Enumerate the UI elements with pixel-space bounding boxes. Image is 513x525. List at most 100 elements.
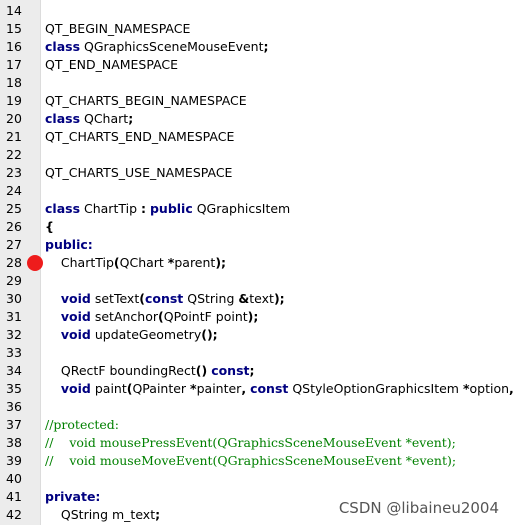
code-text[interactable]: // void mousePressEvent(QGraphicsSceneMo…	[45, 434, 456, 452]
keyword-token: void	[60, 309, 91, 324]
line-number[interactable]: 17	[6, 56, 36, 74]
code-line[interactable]: 20 class QChart;	[0, 110, 513, 128]
code-line[interactable]: 31 void setAnchor(QPointF point);	[0, 308, 513, 326]
code-line[interactable]: 40	[0, 470, 513, 488]
line-number[interactable]: 21	[6, 128, 36, 146]
code-text[interactable]: QT_END_NAMESPACE	[45, 56, 178, 74]
code-text[interactable]: QT_CHARTS_END_NAMESPACE	[45, 128, 234, 146]
code-token: );	[273, 291, 285, 306]
code-text[interactable]: public:	[45, 236, 93, 254]
line-number[interactable]: 23	[6, 164, 36, 182]
comment-token: //protected:	[45, 417, 119, 432]
comment-token: // void mouseMoveEvent(QGraphicsSceneMou…	[45, 453, 457, 468]
code-token: QRectF boundingRect	[45, 363, 196, 378]
code-token: QStyleOptionGraphicsItem	[288, 381, 463, 396]
code-token: QT_CHARTS_BEGIN_NAMESPACE	[45, 93, 247, 108]
code-token: paint	[90, 381, 127, 396]
code-line[interactable]: 18	[0, 74, 513, 92]
code-token: ;	[249, 363, 255, 378]
code-text[interactable]: void setText(const QString &text);	[45, 290, 285, 308]
line-number[interactable]: 19	[6, 92, 36, 110]
code-text[interactable]: QT_BEGIN_NAMESPACE	[45, 20, 190, 38]
code-line[interactable]: 33	[0, 344, 513, 362]
line-number[interactable]: 41	[6, 488, 36, 506]
line-number[interactable]: 40	[6, 470, 36, 488]
code-text[interactable]: QString m_text;	[45, 506, 160, 524]
code-editor[interactable]: 14 15 QT_BEGIN_NAMESPACE 16 class QGraphicsS…	[0, 0, 513, 525]
code-line[interactable]: 16 class QGraphicsSceneMouseEvent;	[0, 38, 513, 56]
line-number[interactable]: 20	[6, 110, 36, 128]
code-line[interactable]: 36	[0, 398, 513, 416]
code-text[interactable]: QT_CHARTS_USE_NAMESPACE	[45, 164, 232, 182]
code-text[interactable]: class QGraphicsSceneMouseEvent;	[45, 38, 269, 56]
code-line[interactable]: 38 // void mousePressEvent(QGraphicsScene…	[0, 434, 513, 452]
code-text[interactable]: {	[45, 218, 54, 236]
code-line[interactable]: 17 QT_END_NAMESPACE	[0, 56, 513, 74]
line-number[interactable]: 42	[6, 506, 36, 524]
line-number[interactable]: 36	[6, 398, 36, 416]
code-token: ,	[509, 381, 513, 396]
code-text[interactable]: //protected:	[45, 416, 119, 434]
code-text[interactable]: class QChart;	[45, 110, 133, 128]
line-number[interactable]: 33	[6, 344, 36, 362]
line-number[interactable]: 25	[6, 200, 36, 218]
code-line[interactable]: 35 void paint(QPainter *painter, const Q…	[0, 380, 513, 398]
code-line[interactable]: 19 QT_CHARTS_BEGIN_NAMESPACE	[0, 92, 513, 110]
line-number[interactable]: 39	[6, 452, 36, 470]
line-number[interactable]: 15	[6, 20, 36, 38]
code-token: QGraphicsSceneMouseEvent	[80, 39, 264, 54]
line-number[interactable]: 34	[6, 362, 36, 380]
code-token: QString m_text	[45, 507, 156, 522]
code-line[interactable]: 23 QT_CHARTS_USE_NAMESPACE	[0, 164, 513, 182]
keyword-token: public	[149, 201, 193, 216]
code-token: painter	[196, 381, 242, 396]
code-line[interactable]: 30 void setText(const QString &text);	[0, 290, 513, 308]
code-line[interactable]: 32 void updateGeometry();	[0, 326, 513, 344]
breakpoint-icon[interactable]	[27, 255, 43, 271]
code-text[interactable]: QT_CHARTS_BEGIN_NAMESPACE	[45, 92, 247, 110]
keyword-token: class	[45, 111, 81, 126]
code-token: QT_CHARTS_END_NAMESPACE	[45, 129, 235, 144]
line-number[interactable]: 35	[6, 380, 36, 398]
code-token: );	[247, 309, 259, 324]
line-number[interactable]: 18	[6, 74, 36, 92]
line-number[interactable]: 16	[6, 38, 36, 56]
code-line[interactable]: 22	[0, 146, 513, 164]
code-text[interactable]: private:	[45, 488, 100, 506]
line-number[interactable]: 30	[6, 290, 36, 308]
code-line[interactable]: 14	[0, 2, 513, 20]
keyword-token: class	[45, 39, 81, 54]
code-token: QT_BEGIN_NAMESPACE	[45, 21, 191, 36]
code-text[interactable]: void updateGeometry();	[45, 326, 218, 344]
code-line[interactable]: 34 QRectF boundingRect() const;	[0, 362, 513, 380]
line-number[interactable]: 37	[6, 416, 36, 434]
code-line[interactable]: 24	[0, 182, 513, 200]
line-number[interactable]: 32	[6, 326, 36, 344]
keyword-token: public:	[45, 237, 93, 252]
line-number[interactable]: 22	[6, 146, 36, 164]
line-number[interactable]: 29	[6, 272, 36, 290]
code-line[interactable]: 39 // void mouseMoveEvent(QGraphicsSceneM…	[0, 452, 513, 470]
code-line[interactable]: 28 ChartTip(QChart *parent);	[0, 254, 513, 272]
code-text[interactable]: void paint(QPainter *painter, const QSty…	[45, 380, 513, 398]
code-line[interactable]: 25 class ChartTip : public QGraphicsItem	[0, 200, 513, 218]
line-number[interactable]: 27	[6, 236, 36, 254]
code-line[interactable]: 37 //protected:	[0, 416, 513, 434]
code-line[interactable]: 27 public:	[0, 236, 513, 254]
code-line[interactable]: 15 QT_BEGIN_NAMESPACE	[0, 20, 513, 38]
code-text[interactable]: void setAnchor(QPointF point);	[45, 308, 258, 326]
line-number[interactable]: 26	[6, 218, 36, 236]
code-token: ChartTip	[45, 255, 114, 270]
line-number[interactable]: 24	[6, 182, 36, 200]
code-text[interactable]: // void mouseMoveEvent(QGraphicsSceneMou…	[45, 452, 456, 470]
code-line[interactable]: 26 {	[0, 218, 513, 236]
line-number[interactable]: 38	[6, 434, 36, 452]
code-text[interactable]: QRectF boundingRect() const;	[45, 362, 255, 380]
code-line[interactable]: 29	[0, 272, 513, 290]
line-number[interactable]: 14	[6, 2, 36, 20]
line-number[interactable]: 31	[6, 308, 36, 326]
code-line[interactable]: 21 QT_CHARTS_END_NAMESPACE	[0, 128, 513, 146]
code-text[interactable]: class ChartTip : public QGraphicsItem	[45, 200, 290, 218]
code-token: QGraphicsItem	[192, 201, 291, 216]
code-text[interactable]: ChartTip(QChart *parent);	[45, 254, 226, 272]
